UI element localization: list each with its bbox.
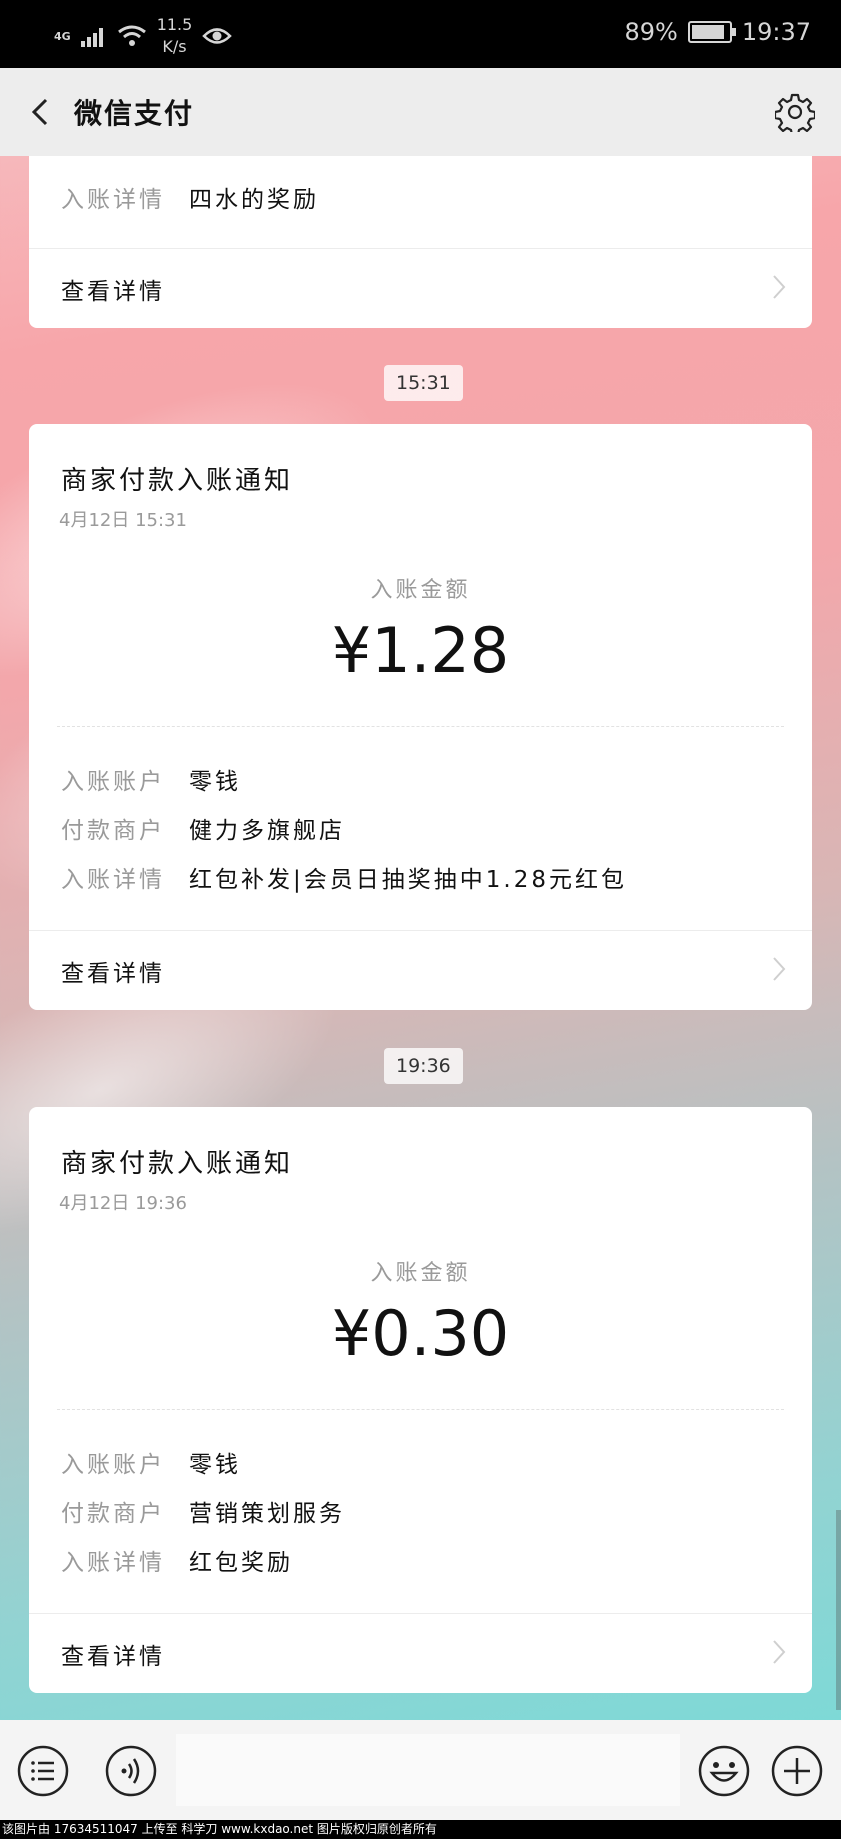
message-card-partial: 入账详情 四水的奖励 查看详情: [29, 156, 812, 328]
message-input[interactable]: [176, 1734, 680, 1806]
dashed-divider: [57, 726, 784, 727]
row-label: 入账账户: [61, 769, 165, 795]
timestamp-chip: 19:36: [384, 1048, 463, 1084]
bottom-bar: [0, 1720, 841, 1820]
wifi-icon: [117, 25, 146, 46]
status-time: 19:37: [741, 18, 811, 46]
row-label: 付款商户: [61, 818, 165, 844]
network-speed-unit: K/s: [162, 37, 187, 56]
row-value: 零钱: [189, 1452, 241, 1478]
add-button[interactable]: [770, 1744, 824, 1798]
info-row: 付款商户 健力多旗舰店: [61, 811, 345, 845]
status-bar: 4G 11.5 K/s 89% 19:37: [0, 0, 841, 68]
row-value: 零钱: [189, 769, 241, 795]
view-details-label: 查看详情: [61, 279, 165, 305]
amount-label: 入账金额: [370, 1261, 471, 1286]
info-row: 入账账户 零钱: [61, 762, 241, 796]
chevron-right-icon: [773, 957, 786, 981]
row-label: 入账账户: [61, 1452, 165, 1478]
view-details-label: 查看详情: [61, 961, 165, 987]
scrollbar[interactable]: [836, 1510, 841, 1710]
info-row: 入账详情 红包补发|会员日抽奖抽中1.28元红包: [61, 860, 627, 894]
row-label: 入账详情: [61, 867, 165, 893]
row-value: 红包奖励: [189, 1550, 293, 1576]
settings-button[interactable]: [773, 92, 817, 137]
battery-percent: 89%: [624, 18, 678, 46]
gear-icon: [773, 93, 817, 137]
row-value: 营销策划服务: [189, 1501, 345, 1527]
battery-fill: [691, 25, 724, 39]
voice-icon: [105, 1745, 157, 1797]
network-speed-value: 11.5: [156, 15, 193, 34]
row-value: 红包补发|会员日抽奖抽中1.28元红包: [189, 867, 627, 893]
info-row: 付款商户 营销策划服务: [61, 1494, 345, 1528]
view-details-link[interactable]: 查看详情: [29, 930, 812, 1010]
emoji-icon: [698, 1745, 750, 1797]
row-value: 健力多旗舰店: [189, 818, 345, 844]
status-right: 89% 19:37: [624, 18, 811, 46]
row-label: 入账详情: [61, 1550, 165, 1576]
view-details-link[interactable]: 查看详情: [29, 1613, 812, 1693]
menu-button[interactable]: [16, 1744, 70, 1798]
row-label: 入账详情: [61, 187, 165, 213]
row-value: 四水的奖励: [189, 187, 319, 213]
network-type: 4G: [54, 29, 71, 43]
card-title: 商家付款入账通知: [61, 466, 294, 496]
row-label: 付款商户: [61, 1501, 165, 1527]
card-date: 4月12日 19:36: [59, 1193, 187, 1214]
emoji-button[interactable]: [697, 1744, 751, 1798]
message-card: 商家付款入账通知 4月12日 15:31 入账金额 ¥1.28 入账账户 零钱 …: [29, 424, 812, 1010]
card-title: 商家付款入账通知: [61, 1149, 294, 1179]
back-arrow-icon: [31, 98, 48, 126]
chevron-right-icon: [773, 1640, 786, 1664]
plus-icon: [771, 1745, 823, 1797]
nav-bar: 微信支付: [0, 68, 841, 156]
info-row: 入账详情 四水的奖励: [61, 180, 319, 214]
chevron-right-icon: [773, 275, 786, 299]
page-title: 微信支付: [74, 97, 195, 130]
info-row: 入账详情 红包奖励: [61, 1543, 293, 1577]
amount-value: ¥0.30: [331, 1297, 510, 1370]
network-speed: 11.5 K/s: [157, 14, 193, 58]
amount-value: ¥1.28: [331, 614, 510, 687]
card-date: 4月12日 15:31: [59, 510, 187, 531]
amount-label: 入账金额: [370, 578, 471, 603]
view-details-link[interactable]: 查看详情: [29, 248, 812, 328]
back-button[interactable]: [22, 92, 62, 132]
dashed-divider: [57, 1409, 784, 1410]
signal-icon: [80, 28, 103, 47]
info-row: 入账账户 零钱: [61, 1445, 241, 1479]
message-card: 商家付款入账通知 4月12日 19:36 入账金额 ¥0.30 入账账户 零钱 …: [29, 1107, 812, 1693]
view-details-label: 查看详情: [61, 1644, 165, 1670]
battery-icon: [687, 21, 736, 43]
voice-button[interactable]: [104, 1744, 158, 1798]
eye-icon: [202, 28, 233, 44]
menu-list-icon: [17, 1745, 69, 1797]
timestamp-chip: 15:31: [384, 365, 463, 401]
status-left: 4G 11.5 K/s: [54, 14, 233, 58]
watermark-footer: 该图片由 17634511047 上传至 科学刀 www.kxdao.net 图…: [0, 1820, 841, 1839]
